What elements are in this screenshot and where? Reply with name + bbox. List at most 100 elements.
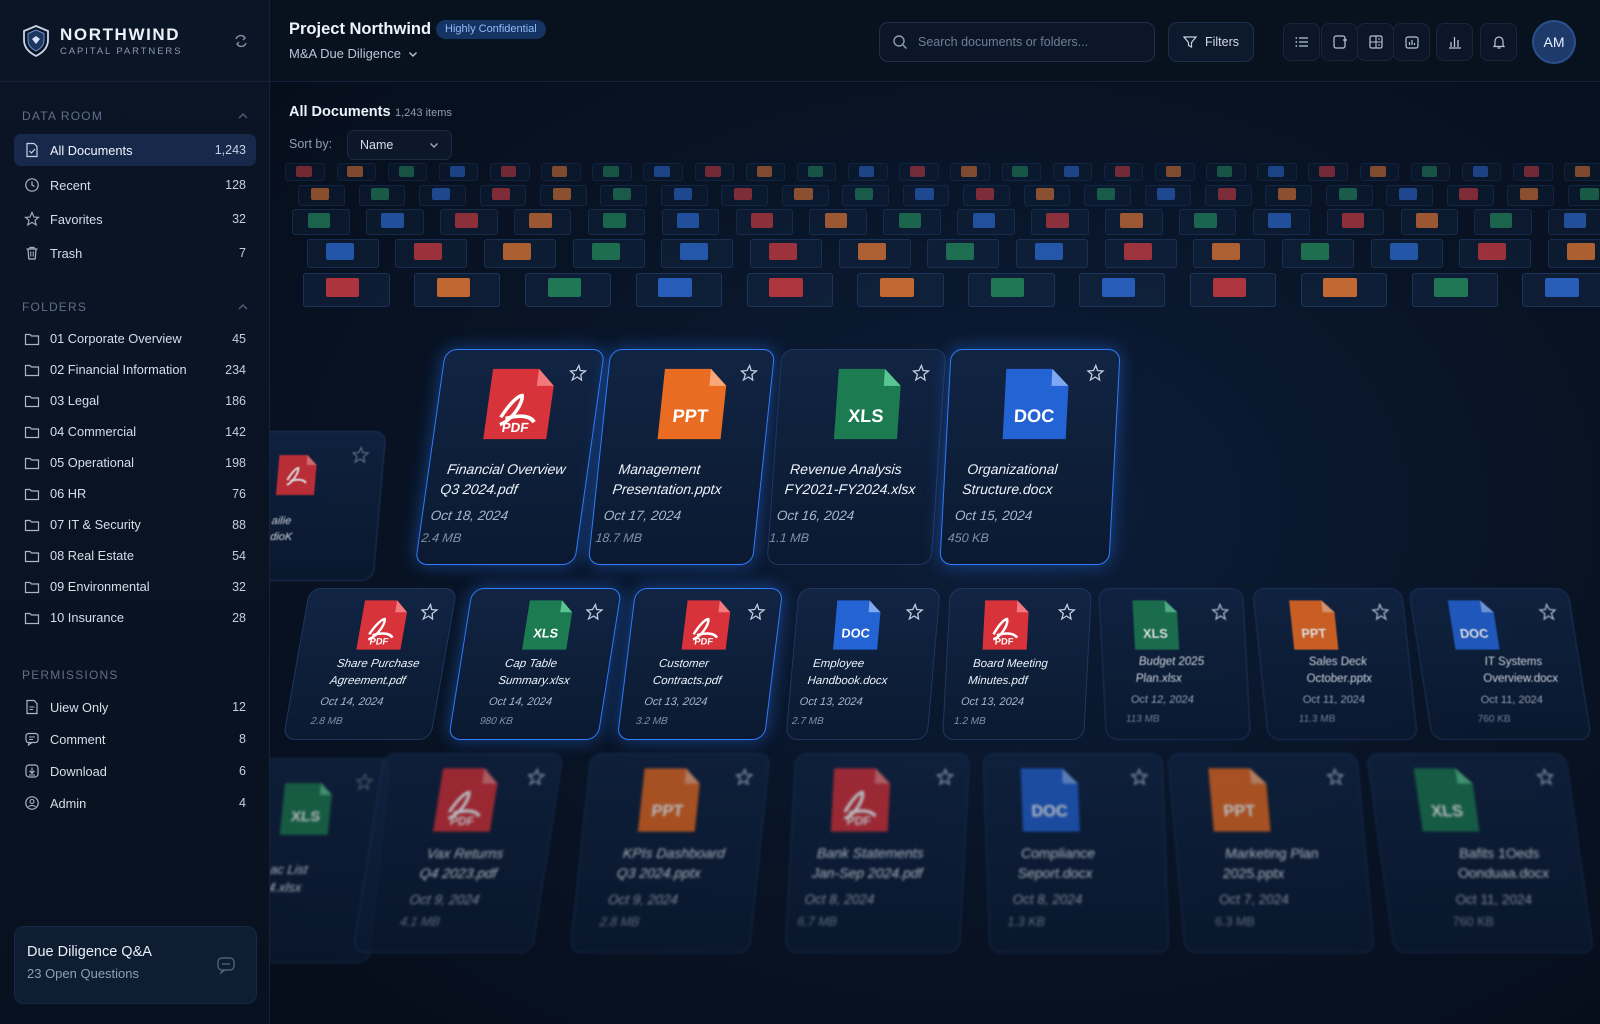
star-icon[interactable] — [584, 603, 605, 621]
star-icon[interactable] — [746, 603, 766, 621]
document-card[interactable]: PDF Vax Returns Q4 2023.pdf Oct 9, 2024 4.1 … — [352, 753, 564, 953]
chevron-up-icon[interactable] — [238, 111, 248, 121]
document-card[interactable]: DOC Organizational Structure.docx Oct 15, 2… — [939, 349, 1121, 565]
document-card[interactable]: PDF Customer Contracts.pdf Oct 13, 2024 3.2 … — [616, 588, 784, 740]
svg-text:PPT: PPT — [672, 405, 710, 426]
chat-icon[interactable] — [216, 955, 236, 975]
sidebar-item-folder[interactable]: 06 HR 76 — [14, 478, 256, 509]
grid-view-button[interactable] — [1357, 23, 1394, 61]
sidebar-item-folder[interactable]: 05 Operational 198 — [14, 447, 256, 478]
star-icon[interactable] — [526, 768, 547, 786]
document-card[interactable]: PPT Management Presentation.pptx Oct 17, 20… — [587, 349, 776, 565]
star-icon[interactable] — [1537, 603, 1558, 621]
background-file-tile — [1079, 273, 1166, 307]
sidebar-item-admin[interactable]: Admin 4 — [14, 787, 256, 819]
document-card[interactable]: DOC Employee Handbook.docx Oct 13, 2024 2.7 … — [785, 588, 941, 740]
document-card[interactable]: PPT Sales Deck October.pptx Oct 11, 2024 11.… — [1252, 588, 1418, 740]
star-icon[interactable] — [935, 768, 955, 786]
document-card-partial[interactable]: ailie dioK — [270, 431, 387, 581]
star-icon[interactable] — [1535, 768, 1556, 786]
background-file-icon — [673, 188, 692, 201]
star-icon[interactable] — [739, 364, 759, 382]
section-data-room-header[interactable]: DATA ROOM — [0, 105, 270, 127]
document-card[interactable]: XLS Revenue Analysis FY2021-FY2024.xlsx Oct… — [766, 349, 947, 565]
background-file-icon — [961, 166, 977, 177]
list-view-button[interactable] — [1283, 23, 1320, 61]
search-box[interactable] — [879, 22, 1155, 62]
sidebar-item-all-documents[interactable]: All Documents 1,243 — [14, 134, 256, 166]
sidebar-item-folder[interactable]: 01 Corporate Overview 45 — [14, 323, 256, 354]
sidebar-item-count: 4 — [239, 796, 246, 810]
background-file-icon — [1278, 188, 1297, 201]
background-file-icon — [1421, 166, 1437, 177]
upload-button[interactable] — [1321, 23, 1358, 61]
search-input[interactable] — [918, 35, 1138, 49]
document-card[interactable]: PDF Board Meeting Minutes.pdf Oct 13, 2024 1… — [942, 588, 1092, 740]
background-file-tile — [1325, 185, 1373, 206]
file-size: 4.1 MB — [398, 915, 441, 930]
background-file-tile — [387, 163, 428, 182]
document-card[interactable]: XLS Budget 2025 Plan.xlsx Oct 12, 2024 113 M… — [1098, 588, 1251, 740]
star-icon[interactable] — [1211, 603, 1230, 621]
sidebar-item-folder[interactable]: 03 Legal 186 — [14, 385, 256, 416]
sidebar-item-comment[interactable]: Comment 8 — [14, 723, 256, 755]
star-icon[interactable] — [1371, 603, 1391, 621]
sidebar-item-download[interactable]: Download 6 — [14, 755, 256, 787]
sidebar-item-recent[interactable]: Recent 128 — [14, 169, 256, 201]
star-icon[interactable] — [911, 364, 931, 382]
star-icon[interactable] — [1326, 768, 1346, 786]
sidebar-toggle-icon[interactable] — [233, 33, 249, 49]
document-card[interactable]: XLS Bafits 1Oeds Oonduaa.docx Oct 11, 2024 7… — [1365, 753, 1595, 953]
document-card[interactable]: PDF Bank Statements Jan-Sep 2024.pdf Oct 8,… — [784, 753, 971, 953]
user-avatar[interactable]: AM — [1534, 22, 1574, 62]
filters-button[interactable]: Filters — [1168, 22, 1254, 62]
document-card[interactable]: XLS Cap Table Summary.xlsx Oct 14, 2024 980 … — [447, 588, 623, 740]
background-file-tile — [1400, 209, 1459, 235]
sidebar-item-view-only[interactable]: Uiew Only 12 — [14, 691, 256, 723]
ppt-file-icon: PPT — [657, 368, 727, 440]
star-icon[interactable] — [734, 768, 754, 786]
document-card[interactable]: DOC Compliance Seport.docx Oct 8, 2024 1.3 K… — [982, 753, 1170, 953]
sidebar-item-favorites[interactable]: Favorites 32 — [14, 203, 256, 235]
section-folders-header[interactable]: FOLDERS — [0, 296, 270, 318]
background-file-icon — [325, 243, 354, 260]
due-diligence-qa-card[interactable]: Due Diligence Q&A 23 Open Questions — [14, 926, 257, 1004]
sidebar-item-folder[interactable]: 08 Real Estate 54 — [14, 540, 256, 571]
sidebar-item-folder[interactable]: 09 Environmental 32 — [14, 571, 256, 602]
star-icon[interactable] — [419, 603, 440, 621]
sidebar-item-folder[interactable]: 04 Commercial 142 — [14, 416, 256, 447]
star-icon[interactable] — [568, 364, 589, 382]
sidebar-item-folder[interactable]: 07 IT & Security 88 — [14, 509, 256, 540]
star-icon[interactable] — [1130, 768, 1149, 786]
chevron-up-icon[interactable] — [238, 302, 248, 312]
file-date: Oct 8, 2024 — [1012, 891, 1083, 907]
document-card[interactable]: PPT KPIs Dashboard Q3 2024.pptx Oct 9, 2024… — [569, 753, 771, 953]
document-card[interactable]: PDF Share Purchase Agreement.pdf Oct 14, 20… — [282, 588, 458, 740]
file-date: Oct 17, 2024 — [603, 507, 682, 523]
star-icon[interactable] — [351, 446, 371, 464]
background-file-tile — [883, 209, 941, 235]
star-icon[interactable] — [1086, 364, 1105, 382]
background-file-icon — [307, 213, 330, 228]
background-file-icon — [371, 188, 390, 201]
project-type-dropdown[interactable]: M&A Due Diligence — [289, 46, 418, 61]
notifications-button[interactable] — [1480, 23, 1517, 61]
sidebar-item-folder[interactable]: 02 Financial Information 234 — [14, 354, 256, 385]
analytics-button[interactable] — [1393, 23, 1430, 61]
file-type-icon: PPT — [628, 764, 708, 841]
star-icon[interactable] — [354, 773, 374, 791]
file-name-line1: Share Purchase — [335, 658, 421, 670]
sidebar-item-trash[interactable]: Trash 7 — [14, 237, 256, 269]
document-card[interactable]: PPT Marketing Plan 2025.pptx Oct 7, 2024 6.3… — [1167, 753, 1375, 953]
document-card[interactable]: DOC IT Systems Overview.docx Oct 11, 2024 76… — [1407, 588, 1593, 740]
file-date: Oct 16, 2024 — [776, 507, 855, 523]
sidebar-item-folder[interactable]: 10 Insurance 28 — [14, 602, 256, 633]
star-icon[interactable] — [1057, 603, 1076, 621]
background-file-icon — [1342, 213, 1365, 228]
star-icon[interactable] — [905, 603, 925, 621]
document-card[interactable]: PDF Financial Overview Q3 2024.pdf Oct 18, … — [414, 349, 606, 565]
file-name-line2: Handbook.docx — [807, 674, 888, 687]
background-file-icon — [769, 277, 803, 298]
background-file-tile — [781, 185, 829, 206]
reports-button[interactable] — [1436, 23, 1473, 61]
